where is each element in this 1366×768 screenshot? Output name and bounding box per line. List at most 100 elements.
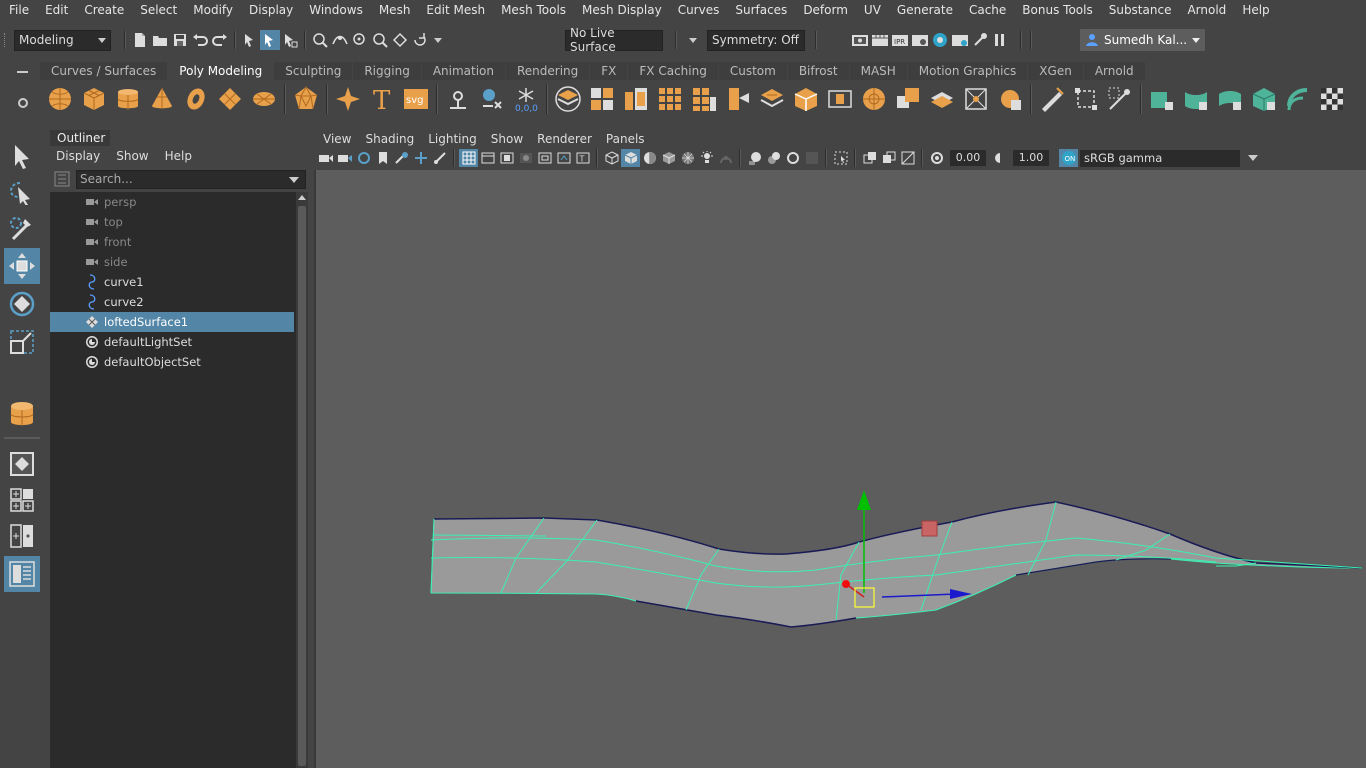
surface-loft-icon[interactable] — [1182, 84, 1210, 114]
shelf-tab-fx-caching[interactable]: FX Caching — [628, 62, 718, 80]
mirror-icon[interactable] — [928, 84, 956, 114]
shelf-tab-rigging[interactable]: Rigging — [353, 62, 421, 80]
lasso-tool-icon[interactable] — [4, 174, 40, 210]
outliner-item-front[interactable]: front — [50, 232, 294, 252]
outliner-menu-show[interactable]: Show — [108, 149, 156, 163]
snap-live-icon[interactable] — [390, 30, 410, 50]
xray-icon[interactable] — [831, 149, 850, 167]
shelf-tab-curves-surfaces[interactable]: Curves / Surfaces — [40, 62, 168, 80]
open-scene-icon[interactable] — [150, 30, 170, 50]
hypershade-icon[interactable] — [930, 30, 950, 50]
quad-draw-icon[interactable] — [1038, 84, 1066, 114]
multi-cut-icon[interactable] — [792, 84, 820, 114]
outliner-item-defaultobjectset[interactable]: defaultObjectSet — [50, 352, 294, 372]
target-weld-icon[interactable] — [1072, 84, 1100, 114]
snap-grid-icon[interactable] — [310, 30, 330, 50]
poly-cylinder-icon[interactable] — [114, 84, 142, 114]
checker-icon[interactable] — [1318, 84, 1346, 114]
y-axis-arrow-icon[interactable] — [857, 490, 871, 510]
menu-bonus-tools[interactable]: Bonus Tools — [1014, 0, 1100, 20]
scrollbar-thumb[interactable] — [298, 206, 306, 766]
menuset-dropdown[interactable]: Modeling — [14, 29, 111, 51]
user-account-button[interactable]: Sumedh Kal... — [1080, 29, 1206, 51]
plane-handle[interactable] — [921, 520, 938, 537]
select-by-component-icon[interactable] — [280, 30, 300, 50]
viewport-menu-show[interactable]: Show — [484, 132, 530, 146]
menu-mesh[interactable]: Mesh — [371, 0, 419, 20]
four-pane-layout-icon[interactable] — [4, 482, 40, 518]
lofted-surface[interactable] — [430, 501, 1363, 628]
menu-edit-mesh[interactable]: Edit Mesh — [418, 0, 493, 20]
surface-planar-icon[interactable] — [1216, 84, 1244, 114]
filter-icon[interactable] — [54, 171, 70, 190]
grease-pencil-icon[interactable] — [411, 149, 430, 167]
chevron-down-icon[interactable] — [434, 37, 442, 43]
shelf-tab-poly-modeling[interactable]: Poly Modeling — [168, 62, 274, 80]
two-pane-layout-icon[interactable] — [4, 518, 40, 554]
menu-help[interactable]: Help — [1234, 0, 1277, 20]
separate-icon[interactable] — [588, 84, 616, 114]
outliner-item-defaultlightset[interactable]: defaultLightSet — [50, 332, 294, 352]
new-scene-icon[interactable] — [130, 30, 150, 50]
poly-torus-icon[interactable] — [182, 84, 210, 114]
poly-disc-icon[interactable] — [250, 84, 278, 114]
gamma-icon[interactable] — [990, 149, 1009, 167]
wireframe-on-shaded-icon[interactable] — [640, 149, 659, 167]
depth-of-field-icon[interactable] — [783, 149, 802, 167]
isolate-select-icon[interactable] — [802, 149, 821, 167]
textured-icon[interactable] — [659, 149, 678, 167]
outliner-tab[interactable]: Outliner — [50, 130, 110, 146]
freeze-transform-icon[interactable]: 0,0,0 — [512, 84, 540, 114]
bridge-icon[interactable] — [690, 84, 718, 114]
safe-action-icon[interactable] — [554, 149, 573, 167]
bevel-icon[interactable] — [656, 84, 684, 114]
gamma-field[interactable]: 1.00 — [1013, 150, 1049, 166]
shelf-tab-animation[interactable]: Animation — [421, 62, 505, 80]
menu-substance[interactable]: Substance — [1101, 0, 1180, 20]
append-polygon-icon[interactable] — [724, 84, 752, 114]
shelf-tab-bifrost[interactable]: Bifrost — [787, 62, 849, 80]
menu-surfaces[interactable]: Surfaces — [727, 0, 795, 20]
viewport-menu-panels[interactable]: Panels — [599, 132, 652, 146]
single-pane-layout-icon[interactable] — [4, 446, 40, 482]
smooth-icon[interactable] — [860, 84, 888, 114]
camera-select-icon[interactable] — [316, 149, 335, 167]
viewport-menu-lighting[interactable]: Lighting — [421, 132, 484, 146]
shelf-tab-motion-graphics[interactable]: Motion Graphics — [907, 62, 1028, 80]
paint-select-tool-icon[interactable] — [4, 210, 40, 246]
snap-curve-icon[interactable] — [330, 30, 350, 50]
sweep-mesh-icon[interactable] — [444, 84, 472, 114]
menu-cache[interactable]: Cache — [961, 0, 1014, 20]
menu-mesh-tools[interactable]: Mesh Tools — [493, 0, 574, 20]
x-axis-endpoint-icon[interactable] — [842, 580, 850, 588]
menu-arnold[interactable]: Arnold — [1179, 0, 1234, 20]
select-tool-icon[interactable] — [4, 138, 40, 174]
menu-curves[interactable]: Curves — [670, 0, 728, 20]
camera-attributes-icon[interactable] — [335, 149, 354, 167]
grid-toggle-icon[interactable] — [430, 149, 449, 167]
menu-generate[interactable]: Generate — [889, 0, 961, 20]
snap-view-plane-icon[interactable] — [370, 30, 390, 50]
shelf-menu-icon[interactable] — [17, 71, 28, 73]
field-chart-icon[interactable] — [535, 149, 554, 167]
poly-sphere-icon[interactable] — [46, 84, 74, 114]
menu-mesh-display[interactable]: Mesh Display — [574, 0, 670, 20]
move-tool-icon[interactable] — [4, 248, 40, 284]
grid-icon[interactable] — [459, 149, 478, 167]
fill-hole-icon[interactable] — [758, 84, 786, 114]
nurbs-to-poly-icon[interactable] — [1148, 84, 1176, 114]
multisample-aa-icon[interactable] — [764, 149, 783, 167]
menu-file[interactable]: File — [0, 0, 37, 20]
viewport-menu-view[interactable]: View — [316, 132, 358, 146]
shelf-tab-fx[interactable]: FX — [590, 62, 628, 80]
crease-icon[interactable] — [962, 84, 990, 114]
uv-editor-icon[interactable] — [996, 84, 1024, 114]
select-by-hierarchy-icon[interactable] — [240, 30, 260, 50]
menu-display[interactable]: Display — [241, 0, 301, 20]
screen-space-ao-icon[interactable] — [716, 149, 735, 167]
menu-modify[interactable]: Modify — [185, 0, 241, 20]
reduce-icon[interactable] — [894, 84, 922, 114]
xray-active-components-icon[interactable] — [860, 149, 879, 167]
shelf-tab-rendering[interactable]: Rendering — [506, 62, 590, 80]
outliner-menu-display[interactable]: Display — [48, 149, 108, 163]
